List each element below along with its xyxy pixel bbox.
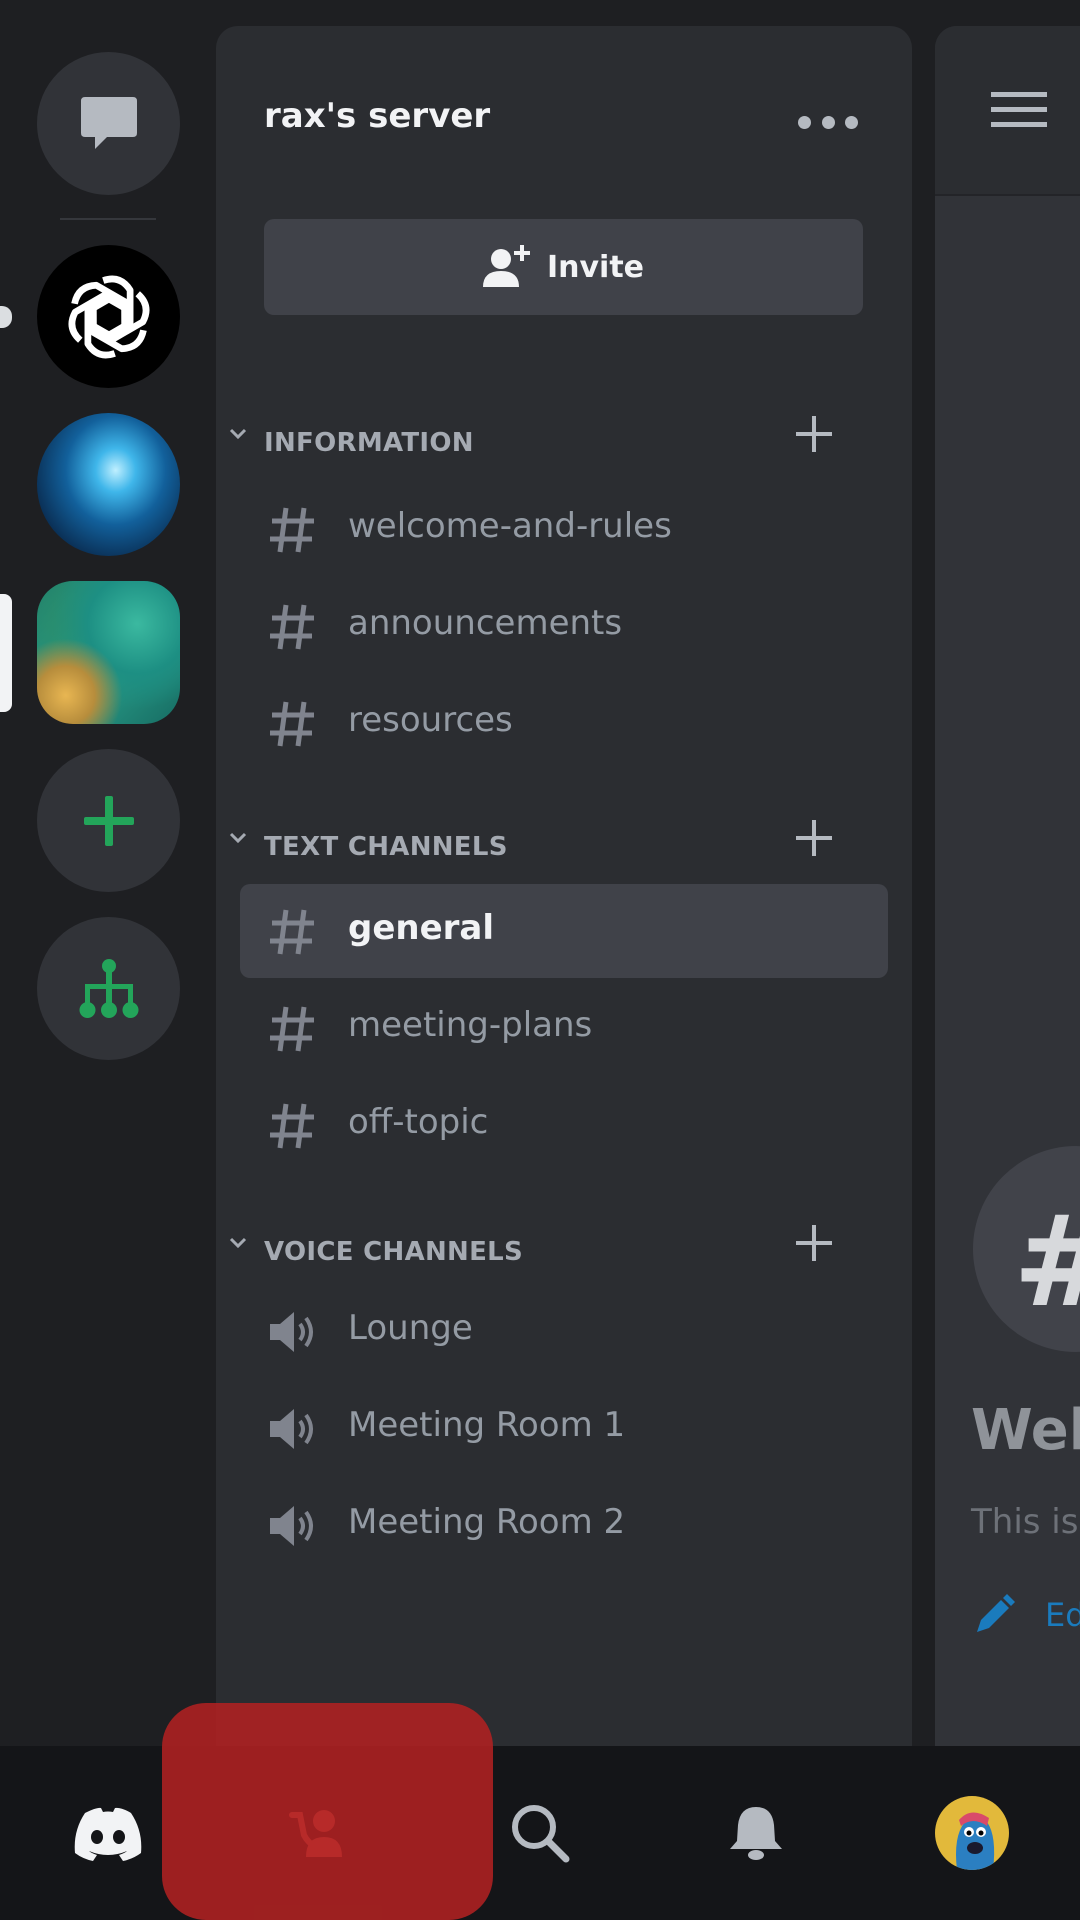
hashtag-icon [270, 701, 314, 747]
hashtag-icon: # [1013, 1188, 1080, 1335]
channel-name: general [348, 908, 495, 948]
add-channel-icon[interactable] [794, 818, 834, 858]
plus-icon [83, 795, 134, 846]
hashtag-icon [270, 909, 314, 955]
category-information[interactable]: INFORMATION [228, 416, 898, 462]
chat-bubble-icon [80, 96, 137, 149]
channel-name: Lounge [348, 1308, 473, 1348]
category-voice-channels[interactable]: VOICE CHANNELS [228, 1225, 898, 1271]
edit-channel-link[interactable]: Ed [1045, 1596, 1080, 1634]
channel-meeting-plans[interactable]: meeting-plans [240, 981, 888, 1075]
speaker-icon [270, 1506, 313, 1546]
friends-icon [289, 1810, 342, 1857]
category-label: VOICE CHANNELS [264, 1237, 524, 1267]
hashtag-icon [270, 604, 314, 650]
bell-icon [730, 1807, 782, 1860]
welcome-heading: Welc [971, 1398, 1080, 1463]
avatar [935, 1796, 1009, 1870]
server-title[interactable]: rax's server [264, 96, 490, 136]
channel-name: welcome-and-rules [348, 506, 672, 546]
channel-lounge[interactable]: Lounge [240, 1284, 888, 1378]
channel-name: Meeting Room 2 [348, 1502, 626, 1542]
rail-divider [60, 218, 156, 220]
server-rail [0, 0, 215, 1746]
speaker-icon [270, 1312, 313, 1352]
selected-server-indicator [0, 594, 12, 712]
category-label: TEXT CHANNELS [264, 832, 508, 862]
search-icon [512, 1805, 570, 1863]
channel-name: resources [348, 700, 513, 740]
nav-home[interactable] [8, 1746, 208, 1920]
nav-friends[interactable] [220, 1746, 420, 1920]
openai-logo-icon [68, 275, 149, 358]
pencil-icon[interactable] [971, 1592, 1017, 1638]
nav-search[interactable] [440, 1746, 640, 1920]
channel-announcements[interactable]: announcements [240, 579, 888, 673]
category-label: INFORMATION [264, 428, 474, 458]
channel-welcome-and-rules[interactable]: welcome-and-rules [240, 482, 888, 576]
chevron-down-icon [229, 832, 247, 844]
bottom-navigation [0, 1746, 1080, 1920]
more-options-icon[interactable] [798, 110, 858, 134]
channel-meeting-room-1[interactable]: Meeting Room 1 [240, 1381, 888, 1475]
hamburger-menu-icon[interactable] [991, 90, 1047, 130]
server-galaxy[interactable] [37, 413, 180, 556]
chevron-down-icon [229, 1237, 247, 1249]
unread-indicator [0, 306, 12, 328]
welcome-subtitle: This is [971, 1502, 1079, 1542]
hierarchy-icon [79, 958, 138, 1018]
chat-view-peek[interactable]: # Welc This is Ed [935, 26, 1080, 1746]
add-server-button[interactable] [37, 749, 180, 892]
hashtag-icon [270, 1103, 314, 1149]
discord-logo-icon [74, 1807, 142, 1861]
channel-off-topic[interactable]: off-topic [240, 1078, 888, 1172]
channel-name: off-topic [348, 1102, 489, 1142]
channel-resources[interactable]: resources [240, 676, 888, 770]
direct-messages-button[interactable] [37, 52, 180, 195]
invite-label: Invite [546, 249, 645, 285]
server-map[interactable] [37, 581, 180, 724]
server-openai[interactable] [37, 245, 180, 388]
nav-you[interactable] [872, 1746, 1072, 1920]
category-text-channels[interactable]: TEXT CHANNELS [228, 820, 898, 866]
speaker-icon [270, 1409, 313, 1449]
chat-header [935, 26, 1080, 196]
channel-name: announcements [348, 603, 623, 643]
add-channel-icon[interactable] [794, 1223, 834, 1263]
add-user-icon [482, 245, 530, 287]
explore-servers-button[interactable] [37, 917, 180, 1060]
channel-general[interactable]: general [240, 884, 888, 978]
channel-meeting-room-2[interactable]: Meeting Room 2 [240, 1478, 888, 1572]
hashtag-icon [270, 507, 314, 553]
add-channel-icon[interactable] [794, 414, 834, 454]
channel-name: meeting-plans [348, 1005, 593, 1045]
channel-name: Meeting Room 1 [348, 1405, 626, 1445]
chevron-down-icon [229, 428, 247, 440]
channel-panel: rax's server Invite INFORMATION welcome-… [216, 26, 912, 1746]
hashtag-icon [270, 1006, 314, 1052]
invite-button[interactable]: Invite [264, 219, 863, 315]
nav-notifications[interactable] [656, 1746, 856, 1920]
